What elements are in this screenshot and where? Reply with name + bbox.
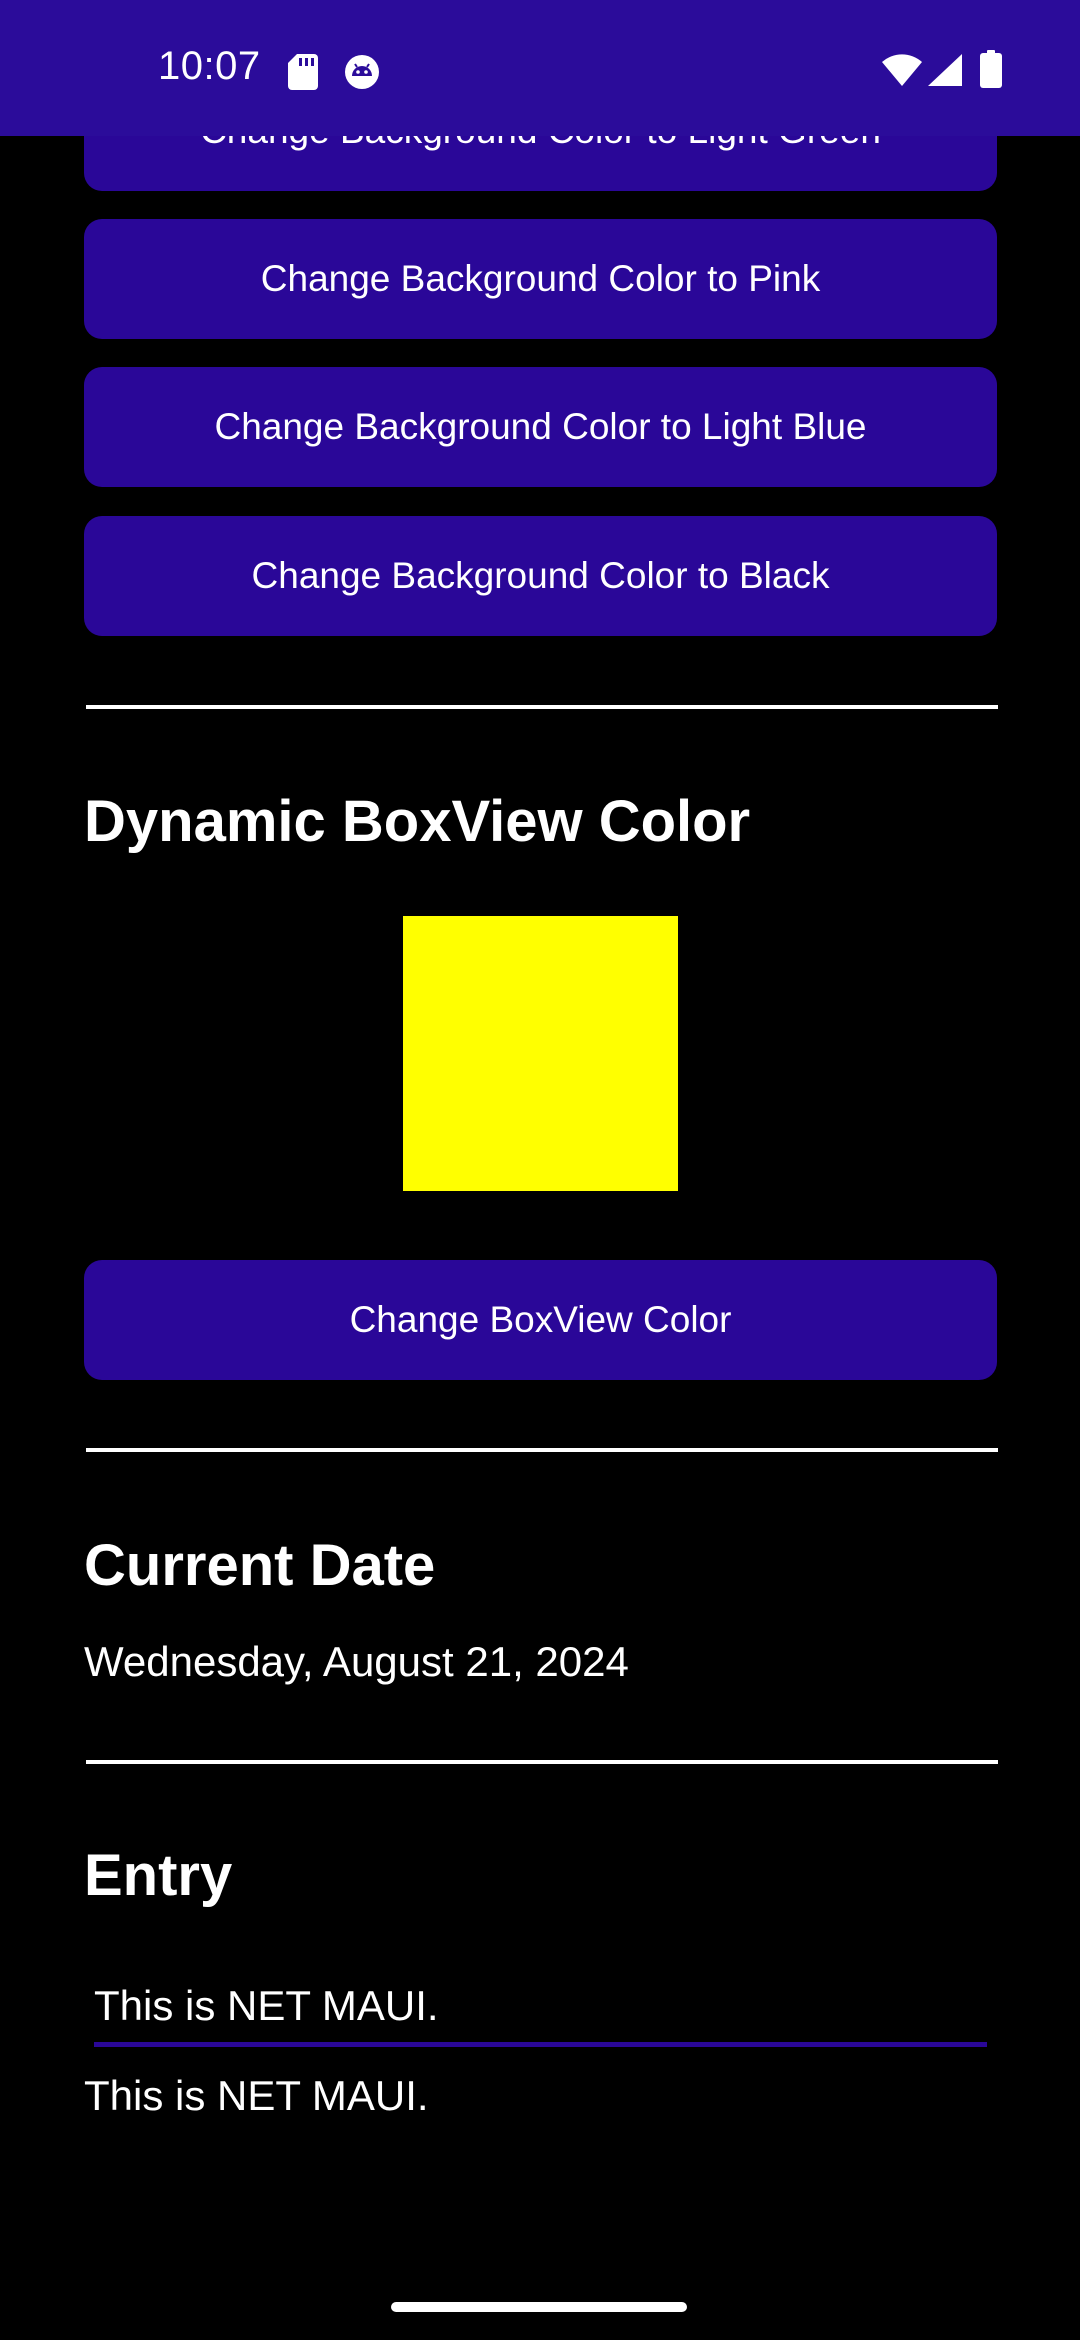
cellular-signal-icon	[928, 54, 962, 91]
section-divider	[86, 705, 998, 709]
change-boxview-color-button[interactable]: Change BoxView Color	[84, 1260, 997, 1380]
section-divider	[86, 1760, 998, 1764]
sd-card-icon	[288, 54, 318, 95]
dynamic-boxview	[403, 916, 678, 1191]
section-divider	[86, 1448, 998, 1452]
change-bg-light-blue-button[interactable]: Change Background Color to Light Blue	[84, 367, 997, 487]
change-bg-pink-button[interactable]: Change Background Color to Pink	[84, 219, 997, 339]
home-indicator[interactable]	[391, 2302, 687, 2312]
wifi-icon	[882, 54, 922, 91]
change-bg-black-button[interactable]: Change Background Color to Black	[84, 516, 997, 636]
status-time: 10:07	[158, 44, 261, 88]
scroll-content[interactable]: Change Background Color to Light Green C…	[0, 0, 1080, 2340]
current-date-value: Wednesday, August 21, 2024	[84, 1638, 629, 1685]
status-bar: 10:07	[0, 0, 1080, 136]
entry-echo-label: This is NET MAUI.	[84, 2072, 429, 2119]
battery-icon	[980, 50, 1002, 93]
boxview-section-title: Dynamic BoxView Color	[84, 789, 751, 854]
current-date-title: Current Date	[84, 1533, 436, 1598]
android-debug-icon	[344, 54, 380, 95]
entry-input[interactable]	[94, 1970, 987, 2047]
entry-section-title: Entry	[84, 1843, 233, 1908]
app-screen: Change Background Color to Light Green C…	[0, 0, 1080, 2340]
